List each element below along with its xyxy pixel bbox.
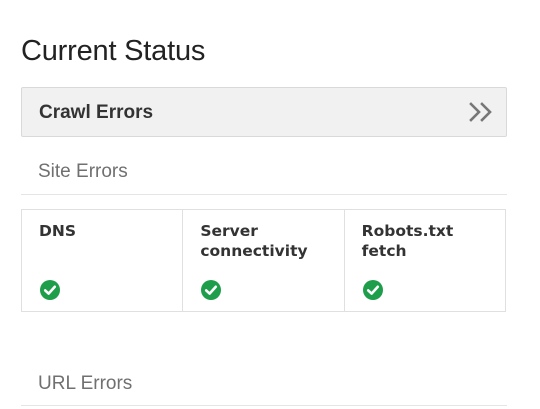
double-chevron-right-icon[interactable] <box>468 100 496 124</box>
divider <box>21 194 507 195</box>
site-error-card-dns[interactable]: DNS <box>22 210 184 311</box>
check-circle-icon <box>362 280 383 300</box>
crawl-errors-label: Crawl Errors <box>39 102 154 123</box>
site-errors-label: Site Errors <box>38 161 128 182</box>
site-error-card-server-connectivity[interactable]: Server connectivity <box>183 210 345 311</box>
card-label: Server connectivity <box>200 222 308 260</box>
check-circle-icon <box>201 280 222 300</box>
divider <box>21 405 507 406</box>
crawl-errors-header[interactable]: Crawl Errors <box>21 87 507 137</box>
page-title: Current Status <box>21 35 206 67</box>
site-errors-cards: DNS Server connectivity Robots.txt fetch <box>21 209 506 312</box>
card-label: Robots.txt fetch <box>361 222 454 260</box>
current-status-page: Current Status Crawl Errors Site Errors … <box>0 0 540 409</box>
card-label: DNS <box>39 222 77 240</box>
url-errors-label: URL Errors <box>38 373 133 394</box>
site-error-card-robots-txt-fetch[interactable]: Robots.txt fetch <box>345 210 505 311</box>
check-circle-icon <box>40 280 60 300</box>
